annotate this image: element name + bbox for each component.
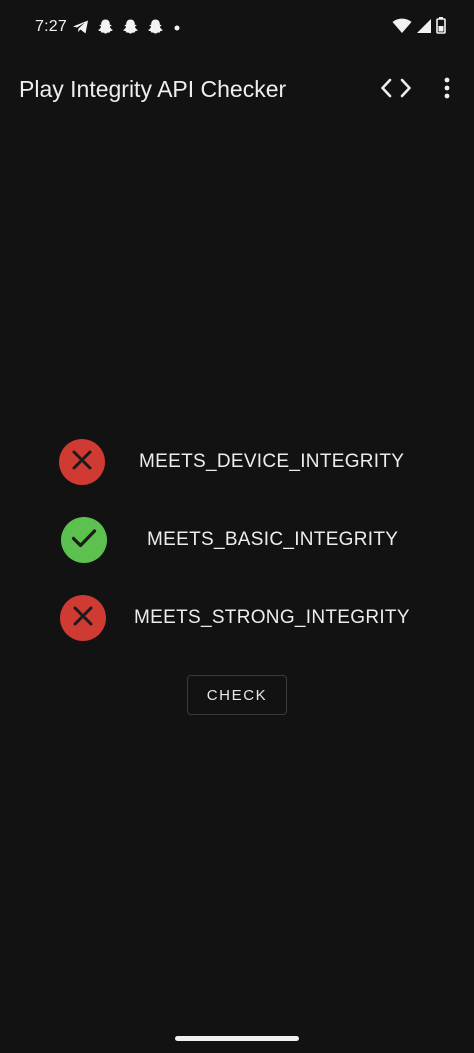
strong-integrity-row: MEETS_STRONG_INTEGRITY xyxy=(0,593,474,643)
pass-indicator xyxy=(61,517,107,563)
checkmark-icon xyxy=(71,527,97,554)
snapchat-icon xyxy=(147,18,164,35)
wifi-icon xyxy=(392,18,412,39)
status-bar: 7:27 xyxy=(0,0,474,56)
system-icons xyxy=(392,17,446,39)
more-vert-icon xyxy=(444,77,450,104)
signal-icon xyxy=(416,18,432,39)
more-options-button[interactable] xyxy=(432,72,462,108)
device-integrity-row: MEETS_DEVICE_INTEGRITY xyxy=(0,437,474,487)
snapchat-icon xyxy=(97,18,114,35)
check-button[interactable]: CHECK xyxy=(187,675,287,715)
telegram-icon xyxy=(72,19,89,35)
close-icon xyxy=(72,605,94,632)
fail-indicator xyxy=(59,439,105,485)
close-icon xyxy=(71,449,93,476)
check-label: MEETS_STRONG_INTEGRITY xyxy=(134,607,410,628)
battery-icon xyxy=(436,17,446,39)
notification-icons xyxy=(72,18,182,35)
code-view-button[interactable] xyxy=(374,72,418,108)
check-label: MEETS_BASIC_INTEGRITY xyxy=(147,529,399,550)
basic-integrity-row: MEETS_BASIC_INTEGRITY xyxy=(0,515,474,565)
app-bar: Play Integrity API Checker xyxy=(0,56,474,122)
navigation-handle[interactable] xyxy=(175,1036,299,1041)
snapchat-icon xyxy=(122,18,139,35)
status-time: 7:27 xyxy=(35,18,67,35)
code-icon xyxy=(380,77,412,104)
app-title: Play Integrity API Checker xyxy=(19,76,287,102)
check-label: MEETS_DEVICE_INTEGRITY xyxy=(139,451,405,472)
fail-indicator xyxy=(60,595,106,641)
dot-icon xyxy=(172,19,182,35)
